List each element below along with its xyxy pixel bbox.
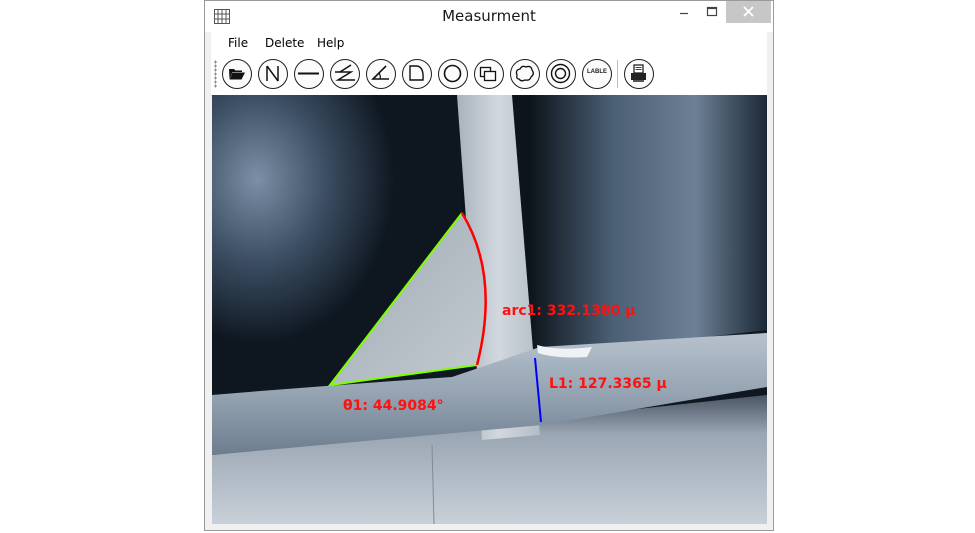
line-tool-button[interactable] — [258, 59, 288, 89]
line-measurement-label: L1: 127.3365 µ — [549, 376, 667, 392]
circle-tool-button[interactable] — [438, 59, 468, 89]
horizontal-line-icon — [298, 72, 319, 75]
open-file-button[interactable] — [222, 59, 252, 89]
menu-help[interactable]: Help — [317, 36, 344, 50]
maximize-icon — [706, 6, 718, 17]
concentric-circle-tool-button[interactable] — [546, 59, 576, 89]
angle-tool-button[interactable] — [366, 59, 396, 89]
menu-delete[interactable]: Delete — [265, 36, 304, 50]
label-tool-button[interactable]: LABLE — [582, 59, 612, 89]
menu-file[interactable]: File — [228, 36, 248, 50]
rectangle-tool-button[interactable] — [474, 59, 504, 89]
toolbar-separator — [617, 60, 618, 88]
diagonal-line-icon — [266, 65, 279, 82]
polyline-tool-button[interactable] — [330, 59, 360, 89]
freeform-tool-button[interactable] — [510, 59, 540, 89]
label-icon: LABLE — [587, 69, 607, 75]
minimize-button[interactable] — [671, 1, 697, 23]
toolbar-grip[interactable] — [214, 60, 217, 88]
sector-tool-button[interactable] — [402, 59, 432, 89]
zigzag-line-icon — [335, 64, 355, 81]
close-button[interactable] — [726, 1, 771, 23]
angle-measurement-label: θ1: 44.9084° — [343, 398, 444, 414]
close-icon — [743, 6, 754, 17]
title-bar[interactable]: Measurment — [205, 1, 773, 32]
open-folder-icon — [229, 69, 245, 80]
minimize-icon — [680, 12, 688, 15]
micrograph-image — [212, 95, 767, 524]
measurement-window: Measurment File Delete Help LABLE arc1: … — [204, 0, 774, 531]
sector-icon — [409, 65, 424, 81]
measurement-canvas[interactable]: arc1: 332.1380 µ L1: 127.3365 µ θ1: 44.9… — [212, 95, 767, 524]
maximize-button[interactable] — [699, 1, 725, 23]
print-button[interactable] — [624, 59, 654, 89]
freeform-area-icon — [515, 65, 534, 82]
toolbar: LABLE — [211, 54, 767, 96]
menu-bar: File Delete Help — [211, 32, 767, 54]
print-icon — [631, 64, 646, 82]
angle-icon — [371, 65, 389, 80]
horizontal-line-tool-button[interactable] — [294, 59, 324, 89]
rectangle-overlap-icon — [479, 66, 497, 82]
arc-measurement-label: arc1: 332.1380 µ — [502, 303, 636, 319]
circle-icon — [443, 64, 462, 83]
concentric-circles-icon — [550, 63, 571, 84]
